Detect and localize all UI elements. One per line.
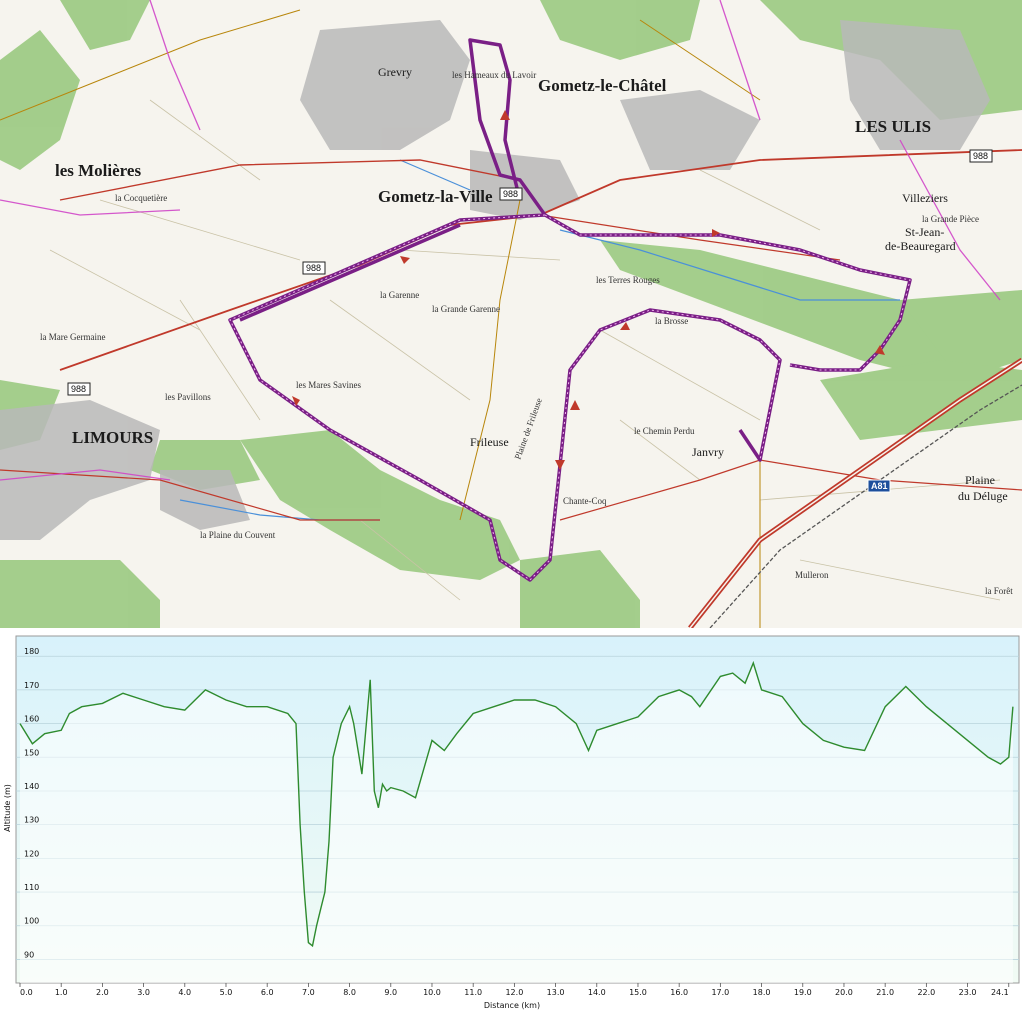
place-la-foret: la Forêt <box>985 586 1013 596</box>
place-gometz-la-ville: Gometz-la-Ville <box>378 187 493 206</box>
x-tick-label: 15.0 <box>629 988 647 997</box>
y-tick-label: 140 <box>24 782 39 791</box>
place-st-jean-2: de-Beauregard <box>885 239 956 253</box>
place-les-hameaux: les Hameaux du Lavoir <box>452 70 536 80</box>
svg-text:988: 988 <box>503 189 518 199</box>
x-tick-label: 5.0 <box>220 988 233 997</box>
x-tick-label: 20.0 <box>835 988 853 997</box>
urban-areas <box>0 20 990 540</box>
y-axis-title: Altitude (m) <box>3 784 12 832</box>
road-label-988: 988 <box>67 382 91 396</box>
svg-text:A81: A81 <box>871 481 888 491</box>
x-axis-ticks: 0.0 1.0 2.0 3.0 4.0 5.0 6.0 7.0 8.0 9.0 10.0 11.0 12… <box>19 983 1010 997</box>
y-tick-label: 110 <box>24 883 39 892</box>
road-label-988: 988 <box>302 261 326 275</box>
svg-text:988: 988 <box>306 263 321 273</box>
place-grevry: Grevry <box>378 65 412 79</box>
place-le-chemin-perdu: le Chemin Perdu <box>634 426 695 436</box>
y-tick-label: 180 <box>24 647 39 656</box>
elevation-chart: 90 100 110 120 130 140 150 160 170 180 0.0 1.0 2.0 3… <box>3 635 1020 1010</box>
place-la-garenne: la Garenne <box>380 290 419 300</box>
y-tick-label: 90 <box>24 950 34 959</box>
y-tick-label: 120 <box>24 849 39 858</box>
x-tick-label: 16.0 <box>670 988 688 997</box>
x-tick-label: 6.0 <box>261 988 274 997</box>
x-tick-label: 19.0 <box>794 988 812 997</box>
x-tick-label: 18.0 <box>753 988 771 997</box>
x-tick-label: 1.0 <box>55 988 68 997</box>
x-tick-label: 4.0 <box>178 988 191 997</box>
place-la-cocquetiere: la Cocquetière <box>115 193 167 203</box>
elevation-profile: 90 100 110 120 130 140 150 160 170 180 0.0 1.0 2.0 3… <box>0 628 1022 1017</box>
place-janvry: Janvry <box>692 445 724 459</box>
x-tick-label: 9.0 <box>384 988 397 997</box>
x-tick-label: 13.0 <box>547 988 565 997</box>
x-axis-title: Distance (km) <box>484 1001 540 1010</box>
x-tick-label: 8.0 <box>343 988 356 997</box>
place-limours: LIMOURS <box>72 428 153 447</box>
place-mulleron: Mulleron <box>795 570 829 580</box>
place-les-molieres: les Molières <box>55 161 141 180</box>
place-frileuse: Frileuse <box>470 435 509 449</box>
place-les-mares-savines: les Mares Savines <box>296 380 361 390</box>
road-label-988: 988 <box>499 187 523 201</box>
x-tick-label: 2.0 <box>96 988 109 997</box>
svg-text:988: 988 <box>71 384 86 394</box>
place-plaine-de-frileuse: Plaine de Frileuse <box>512 397 543 461</box>
x-tick-label: 21.0 <box>876 988 894 997</box>
x-tick-label: 0.0 <box>20 988 33 997</box>
y-tick-label: 160 <box>24 715 39 724</box>
place-gometz-le-chatel: Gometz-le-Châtel <box>538 76 667 95</box>
x-tick-label: 22.0 <box>917 988 935 997</box>
topographic-map[interactable]: 988 988 988 988 A81 les Molières Gometz-… <box>0 0 1022 628</box>
x-tick-label: 14.0 <box>588 988 606 997</box>
place-plaine-deluge-2: du Déluge <box>958 489 1008 503</box>
place-villeziers: Villeziers <box>902 191 948 205</box>
x-tick-label: 7.0 <box>302 988 315 997</box>
x-tick-label: 23.0 <box>959 988 977 997</box>
place-la-brosse: la Brosse <box>655 316 688 326</box>
place-les-terres-rouges: les Terres Rouges <box>596 275 660 285</box>
place-la-plaine-du-couvent: la Plaine du Couvent <box>200 530 276 540</box>
y-tick-label: 150 <box>24 748 39 757</box>
y-tick-label: 170 <box>24 681 39 690</box>
motorway-label-a81: A81 <box>867 479 891 493</box>
place-la-grande-garenne: la Grande Garenne <box>432 304 500 314</box>
x-tick-label: 12.0 <box>505 988 523 997</box>
x-tick-label: 17.0 <box>711 988 729 997</box>
place-st-jean: St-Jean- <box>905 225 944 239</box>
x-tick-label: 3.0 <box>137 988 150 997</box>
place-les-ulis: LES ULIS <box>855 117 931 136</box>
x-tick-label: 24.1 <box>991 988 1009 997</box>
place-la-grande-piece: la Grande Pièce <box>922 214 979 224</box>
x-tick-label: 11.0 <box>464 988 482 997</box>
place-les-pavillons: les Pavillons <box>165 392 211 402</box>
y-tick-label: 130 <box>24 816 39 825</box>
svg-text:988: 988 <box>973 151 988 161</box>
place-chante-coq: Chante-Coq <box>563 496 607 506</box>
place-la-mare-germaine: la Mare Germaine <box>40 332 105 342</box>
map-canvas: 988 988 988 988 A81 les Molières Gometz-… <box>0 0 1022 628</box>
road-label-988: 988 <box>969 149 993 163</box>
x-tick-label: 10.0 <box>423 988 441 997</box>
place-plaine-deluge: Plaine <box>965 473 995 487</box>
y-tick-label: 100 <box>24 917 39 926</box>
